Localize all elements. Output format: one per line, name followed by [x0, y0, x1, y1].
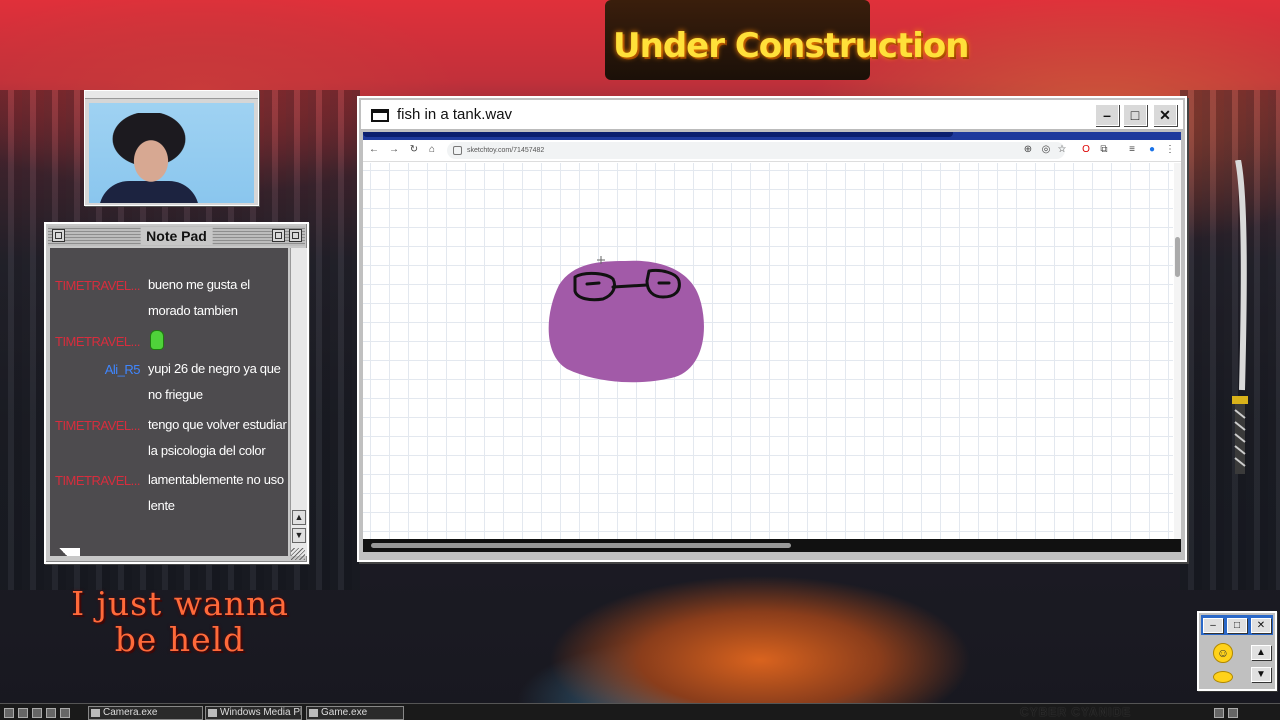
chat-text: yupi 26 de negro ya que no friegue [148, 361, 281, 402]
close-button[interactable] [52, 229, 65, 242]
purple-blob-drawing [548, 260, 704, 383]
notepad-window[interactable]: Note Pad TIMETRAVEL... bueno me gusta el… [44, 222, 309, 564]
banner-text: Under Construction [613, 26, 969, 66]
minimize-button[interactable]: – [1203, 618, 1223, 633]
chat-username: TIMETRAVEL... [55, 334, 140, 349]
browser-tab[interactable] [363, 132, 953, 137]
volume-icon[interactable] [1228, 708, 1238, 718]
settings-icon[interactable] [46, 708, 56, 718]
window-titlebar[interactable]: fish in a tank.wav – □ ✕ [361, 100, 1183, 130]
start-icon[interactable] [4, 708, 14, 718]
url-text: sketchtoy.com/71457482 [467, 147, 545, 154]
chat-username: TIMETRAVEL... [55, 278, 140, 293]
reload-icon[interactable]: ↻ [407, 143, 421, 157]
close-button[interactable]: ✕ [1153, 104, 1177, 126]
window-title: fish in a tank.wav [397, 106, 513, 123]
scroll-down-arrow-icon[interactable]: ▼ [292, 528, 306, 543]
chat-username: TIMETRAVEL... [55, 418, 140, 433]
back-arrow-icon[interactable]: ← [367, 143, 381, 157]
tab-manager-icon[interactable]: ≡ [1125, 143, 1139, 157]
network-icon[interactable] [1214, 708, 1224, 718]
maximize-button[interactable] [272, 229, 285, 242]
home-icon[interactable]: ⌂ [425, 143, 439, 157]
smiley-icon[interactable] [1213, 671, 1233, 683]
browser-tabstrip[interactable] [363, 132, 1181, 140]
scroll-down-arrow-icon[interactable]: ▼ [1251, 667, 1271, 682]
address-bar[interactable]: sketchtoy.com/71457482 [447, 142, 1065, 159]
zoom-icon[interactable]: ⊕ [1021, 143, 1035, 157]
extensions-icon[interactable]: ⧉ [1097, 143, 1111, 157]
scrollbar-thumb[interactable] [1175, 237, 1180, 277]
browser-icon[interactable] [32, 708, 42, 718]
chat-log: TIMETRAVEL... bueno me gusta el morado t… [50, 248, 288, 556]
camera-icon [91, 709, 100, 717]
resize-grip-icon[interactable] [291, 548, 305, 560]
profile-icon[interactable]: ● [1145, 143, 1159, 157]
chat-text: tengo que volver estudiar la psicologia … [148, 417, 287, 458]
under-construction-banner: Under Construction [605, 0, 969, 80]
brand-logo: CYBER CYANIDE [1020, 705, 1132, 719]
scroll-up-arrow-icon[interactable]: ▲ [1251, 645, 1271, 660]
camera-titlebar[interactable] [85, 91, 258, 99]
webcam-feed [89, 103, 254, 203]
play-icon[interactable] [60, 708, 70, 718]
site-info-icon[interactable] [453, 146, 462, 155]
decorative-caption: I just wanna be held [60, 586, 300, 658]
menu-dots-icon[interactable]: ⋮ [1163, 143, 1177, 157]
chat-username: Ali_R5 [104, 362, 140, 377]
page-curl-icon [58, 548, 80, 556]
scrollbar-thumb[interactable] [371, 543, 791, 548]
smiley-icon[interactable]: ☺ [1213, 643, 1233, 663]
katana-icon [1232, 160, 1248, 474]
webcam-person [109, 113, 189, 203]
taskbar-item-label: Camera.exe [103, 707, 158, 718]
scroll-up-arrow-icon[interactable]: ▲ [292, 510, 306, 525]
caption-line-2: be held [114, 620, 246, 659]
taskbar-item-game[interactable]: Game.exe [306, 706, 404, 720]
taskbar-item-camera[interactable]: Camera.exe [88, 706, 203, 720]
minimize-button[interactable]: – [1095, 104, 1119, 126]
opera-icon[interactable]: O [1079, 143, 1093, 157]
taskbar-item-label: Game.exe [321, 707, 368, 718]
desktop-icon[interactable] [18, 708, 28, 718]
notepad-scrollbar[interactable]: ▲ ▼ [290, 248, 307, 556]
taskbar-item-media-player[interactable]: Windows Media Pla [205, 706, 302, 720]
browser-toolbar: ← → ↻ ⌂ sketchtoy.com/71457482 ⊕ ◎ ☆ O ⧉… [363, 140, 1181, 162]
drawing-svg [548, 256, 704, 383]
chat-text: bueno me gusta el morado tambien [148, 277, 250, 318]
browser-window[interactable]: fish in a tank.wav – □ ✕ ← → ↻ ⌂ sketcht… [357, 96, 1187, 562]
vertical-scrollbar[interactable] [1174, 163, 1181, 539]
tracking-icon[interactable]: ◎ [1039, 143, 1053, 157]
window-icon [371, 109, 389, 122]
taskbar-item-label: Windows Media Pla [220, 707, 302, 718]
mini-titlebar[interactable]: – □ ✕ [1201, 615, 1273, 635]
chat-text: lamentablemente no uso lente [148, 472, 284, 513]
camera-window[interactable] [84, 90, 259, 206]
notepad-title: Note Pad [140, 227, 213, 245]
sketch-canvas[interactable] [363, 163, 1173, 539]
maximize-button[interactable]: □ [1227, 618, 1247, 633]
maximize-button[interactable]: □ [1123, 104, 1147, 126]
horizontal-scrollbar[interactable] [363, 539, 1181, 552]
caption-line-1: I just wanna [71, 584, 289, 623]
browser-viewport: ← → ↻ ⌂ sketchtoy.com/71457482 ⊕ ◎ ☆ O ⧉… [363, 132, 1181, 552]
game-icon [309, 709, 318, 717]
close-button[interactable]: ✕ [1251, 618, 1271, 633]
chat-username: TIMETRAVEL... [55, 473, 140, 488]
media-player-icon [208, 709, 217, 717]
minimize-button[interactable] [289, 229, 302, 242]
notepad-titlebar[interactable]: Note Pad [48, 226, 305, 246]
forward-arrow-icon[interactable]: → [387, 143, 401, 157]
green-angel-emote [150, 330, 164, 350]
bookmark-star-icon[interactable]: ☆ [1055, 143, 1069, 157]
mini-game-window[interactable]: – □ ✕ ☺ ▲ ▼ [1197, 611, 1277, 691]
